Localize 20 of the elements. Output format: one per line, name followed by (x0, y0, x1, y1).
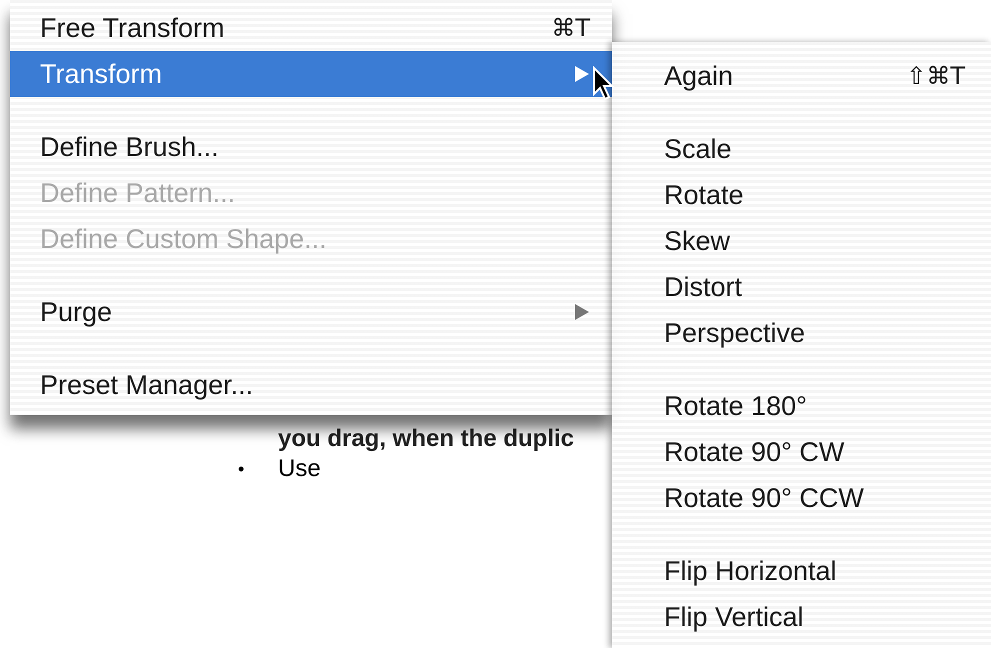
document-text: you drag, when the duplic (278, 424, 574, 454)
menu-item[interactable]: Flip Horizontal (612, 548, 991, 594)
bullet: • (238, 458, 246, 481)
menu-item[interactable]: Define Brush... (10, 124, 612, 170)
menu-item[interactable]: Purge (10, 289, 612, 335)
menu-item[interactable]: Rotate 90° CW (612, 429, 991, 475)
menu-item[interactable]: Free Transform ⌘T (10, 5, 612, 51)
menu-item[interactable]: Rotate 180° (612, 383, 991, 429)
menu-item[interactable]: Rotate (612, 172, 991, 218)
menu-item[interactable]: Perspective (612, 310, 991, 356)
document-text: Use (278, 454, 321, 484)
menu-item[interactable]: Rotate 90° CCW (612, 475, 991, 521)
menu-item[interactable]: Again ⇧⌘T (612, 53, 991, 99)
menu-item[interactable]: Distort (612, 264, 991, 310)
menu-item[interactable]: Scale (612, 126, 991, 172)
cursor-icon (592, 66, 616, 102)
menu-item[interactable]: Skew (612, 218, 991, 264)
menu-item[interactable]: Transform (10, 51, 612, 97)
menu-item[interactable]: Flip Vertical (612, 594, 991, 640)
menu-item[interactable]: Preset Manager... (10, 362, 612, 408)
